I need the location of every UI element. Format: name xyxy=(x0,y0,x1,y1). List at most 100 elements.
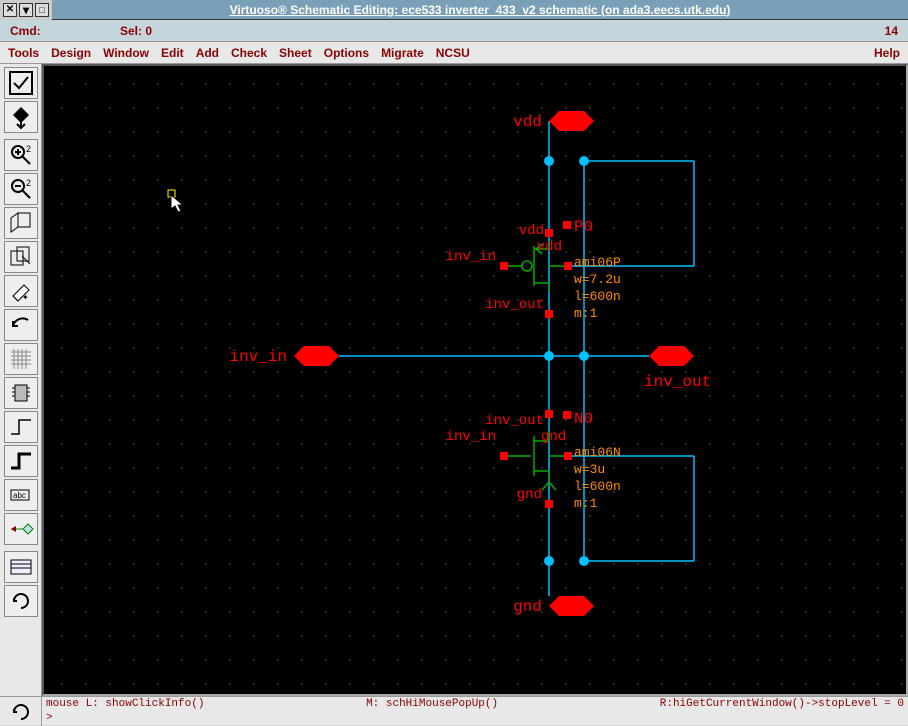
solder-dot xyxy=(544,156,554,166)
svg-text:2: 2 xyxy=(26,144,31,154)
chip-icon xyxy=(8,380,34,406)
tool-delete[interactable]: ✦ xyxy=(4,275,38,307)
svg-text:2: 2 xyxy=(26,178,31,188)
svg-text:✦: ✦ xyxy=(22,293,29,302)
wire-thin-icon xyxy=(8,414,34,440)
tool-properties[interactable] xyxy=(4,343,38,375)
info-repeat-icon[interactable] xyxy=(0,697,42,726)
schematic-canvas[interactable]: vdd gnd inv_in inv_out xyxy=(42,64,908,696)
menu-migrate[interactable]: Migrate xyxy=(381,46,424,60)
left-toolbar: 2 2 ✦ abc xyxy=(0,64,42,696)
menu-ncsu[interactable]: NCSU xyxy=(436,46,470,60)
dev-terminal xyxy=(563,411,571,419)
cmd-label: Cmd: xyxy=(10,24,120,38)
net-label: inv_in xyxy=(446,429,496,445)
menu-add[interactable]: Add xyxy=(196,46,219,60)
wm-controls: ✕ ▾ □ xyxy=(0,0,52,20)
mouse-r-hint: R:hiGetCurrentWindow()->stopLevel = 0 xyxy=(660,697,904,711)
wire-wide-icon xyxy=(8,448,34,474)
solder-dot xyxy=(579,351,589,361)
dev-l: l=600n xyxy=(574,289,621,304)
menu-bar: Tools Design Window Edit Add Check Sheet… xyxy=(0,42,908,64)
net-label: vdd xyxy=(537,239,562,255)
dev-terminal xyxy=(500,452,508,460)
schematic-svg: vdd gnd inv_in inv_out xyxy=(44,66,906,696)
tool-zoom-out[interactable]: 2 xyxy=(4,173,38,205)
info-bar: mouse L: showClickInfo() M: schHiMousePo… xyxy=(0,696,908,725)
cursor-marker xyxy=(168,190,175,197)
solder-dot xyxy=(544,351,554,361)
tool-stretch[interactable] xyxy=(4,207,38,239)
menu-design[interactable]: Design xyxy=(51,46,91,60)
tool-instance[interactable] xyxy=(4,377,38,409)
dev-l: l=600n xyxy=(574,479,621,494)
wm-titlebar: ✕ ▾ □ Virtuoso® Schematic Editing: ece53… xyxy=(0,0,908,20)
solder-dot xyxy=(579,156,589,166)
pin-label-inv-out: inv_out xyxy=(644,373,711,391)
net-label: inv_in xyxy=(446,249,496,265)
dev-terminal xyxy=(545,500,553,508)
dev-m: m:1 xyxy=(574,496,598,511)
maximize-button[interactable]: □ xyxy=(35,3,49,17)
tool-repeat[interactable] xyxy=(4,585,38,617)
grid-icon xyxy=(8,346,34,372)
close-button[interactable]: ✕ xyxy=(3,3,17,17)
pin-inv-in[interactable] xyxy=(294,346,339,366)
zoom-in-icon: 2 xyxy=(8,142,34,168)
tool-save[interactable] xyxy=(4,101,38,133)
net-label: vdd xyxy=(519,223,544,239)
command-prompt[interactable]: > xyxy=(46,711,904,725)
diamond-down-icon xyxy=(8,104,34,130)
tool-label[interactable]: abc xyxy=(4,479,38,511)
net-label: inv_out xyxy=(485,413,544,429)
check-icon xyxy=(8,70,34,96)
net-label: gnd xyxy=(517,487,542,503)
svg-text:abc: abc xyxy=(13,491,26,500)
terminal-icon xyxy=(8,554,34,580)
menu-options[interactable]: Options xyxy=(324,46,369,60)
mouse-m-hint: M: schHiMousePopUp() xyxy=(366,697,498,711)
menu-window[interactable]: Window xyxy=(103,46,149,60)
menu-edit[interactable]: Edit xyxy=(161,46,184,60)
dev-terminal xyxy=(563,221,571,229)
pin-gnd[interactable] xyxy=(549,596,594,616)
menu-check[interactable]: Check xyxy=(231,46,267,60)
pin-label-vdd: vdd xyxy=(513,113,542,131)
copy-icon xyxy=(8,244,34,270)
pin-icon xyxy=(8,516,34,542)
tool-wire-thin[interactable] xyxy=(4,411,38,443)
tool-zoom-in[interactable]: 2 xyxy=(4,139,38,171)
dev-w: w=3u xyxy=(574,462,605,477)
tool-select-check[interactable] xyxy=(4,67,38,99)
main-area: 2 2 ✦ abc xyxy=(0,64,908,696)
net-label: inv_out xyxy=(485,297,544,313)
dev-name: N0 xyxy=(574,410,593,428)
tool-undo[interactable] xyxy=(4,309,38,341)
tool-copy[interactable] xyxy=(4,241,38,273)
tool-wire-wide[interactable] xyxy=(4,445,38,477)
dev-model: ami06P xyxy=(574,255,621,270)
pin-inv-out[interactable] xyxy=(649,346,694,366)
tool-pin[interactable] xyxy=(4,513,38,545)
undo-icon xyxy=(8,312,34,338)
menu-sheet[interactable]: Sheet xyxy=(279,46,312,60)
net-label: gnd xyxy=(541,429,566,445)
dev-model: ami06N xyxy=(574,445,621,460)
dev-w: w=7.2u xyxy=(574,272,621,287)
solder-dot xyxy=(579,556,589,566)
mouse-l-hint: mouse L: showClickInfo() xyxy=(46,697,204,711)
minimize-button[interactable]: ▾ xyxy=(19,3,33,17)
pin-vdd[interactable] xyxy=(549,111,594,131)
stretch-icon xyxy=(8,210,34,236)
pin-label-inv-in: inv_in xyxy=(229,348,287,366)
menu-help[interactable]: Help xyxy=(874,46,900,60)
dev-m: m:1 xyxy=(574,306,598,321)
status-count: 14 xyxy=(885,24,898,38)
repeat-icon xyxy=(8,699,34,725)
menu-tools[interactable]: Tools xyxy=(8,46,39,60)
solder-dot xyxy=(544,556,554,566)
zoom-out-icon: 2 xyxy=(8,176,34,202)
status-bar: Cmd: Sel: 0 14 xyxy=(0,20,908,42)
tool-command[interactable] xyxy=(4,551,38,583)
label-icon: abc xyxy=(8,482,34,508)
